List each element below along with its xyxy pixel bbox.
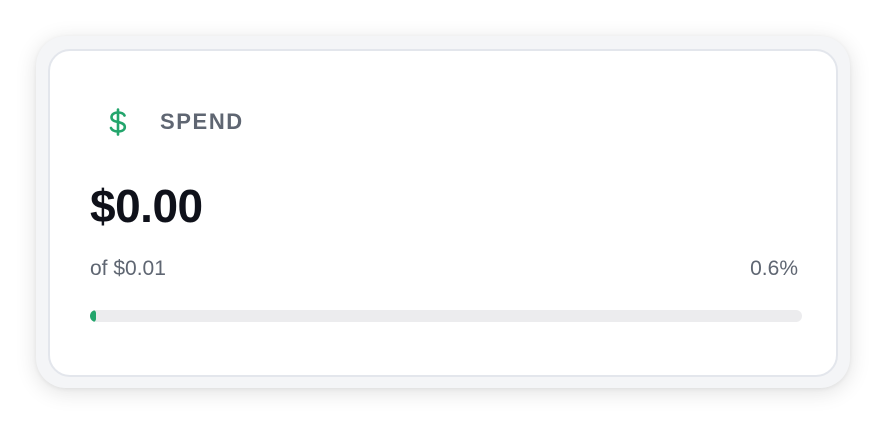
card-title: SPEND [160,109,244,134]
dollar-icon [106,107,130,137]
spend-limit: of $0.01 [90,257,166,280]
spend-card: SPEND $0.00 of $0.01 0.6% [36,36,850,388]
spend-card-body: SPEND $0.00 of $0.01 0.6% [48,49,838,377]
spend-percent: 0.6% [750,257,798,280]
spend-amount: $0.00 [90,180,203,232]
spend-progress-bar [90,310,802,322]
spend-progress-fill [90,310,96,322]
card-header: SPEND [106,107,244,137]
